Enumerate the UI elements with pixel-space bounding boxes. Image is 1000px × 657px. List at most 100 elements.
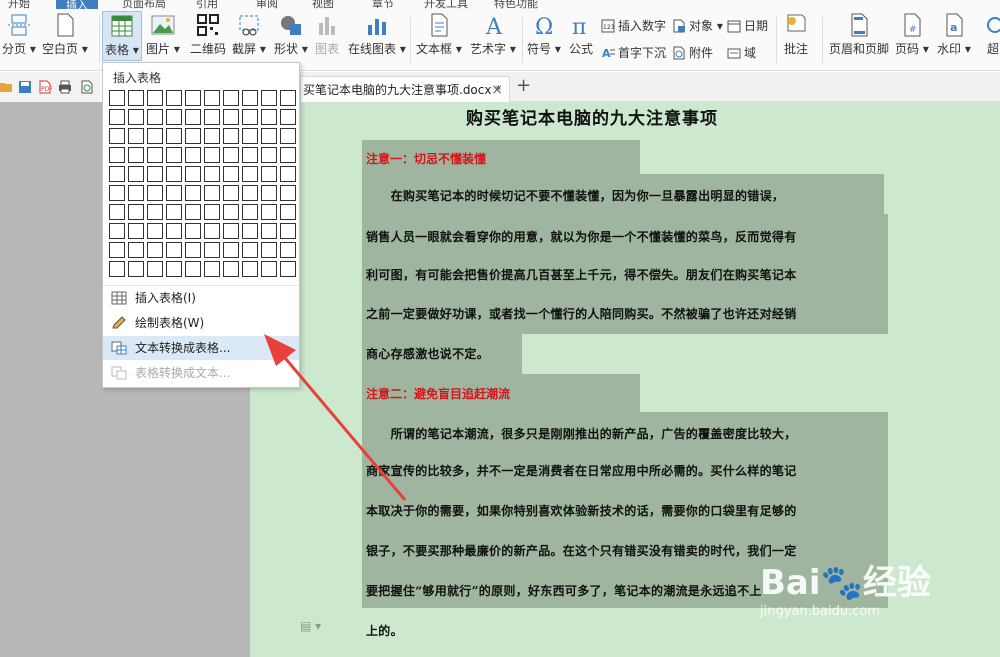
grid-cell[interactable] bbox=[242, 204, 258, 220]
grid-cell[interactable] bbox=[128, 109, 144, 125]
print-preview-icon[interactable] bbox=[80, 80, 94, 94]
grid-cell[interactable] bbox=[128, 223, 144, 239]
page-options-icon[interactable]: ▤ ▾ bbox=[300, 619, 321, 633]
formula-button[interactable]: π 公式 bbox=[569, 13, 593, 57]
grid-cell[interactable] bbox=[223, 223, 239, 239]
header-footer-button[interactable]: 页眉和页脚 bbox=[829, 13, 889, 57]
grid-cell[interactable] bbox=[261, 109, 277, 125]
grid-cell[interactable] bbox=[223, 147, 239, 163]
grid-cell[interactable] bbox=[109, 242, 125, 258]
object-button[interactable]: 对象 ▾ bbox=[672, 17, 723, 34]
table-size-grid[interactable] bbox=[109, 90, 297, 277]
tab-home[interactable]: 开始 bbox=[8, 0, 30, 9]
online-chart-button[interactable]: 在线图表 ▾ bbox=[348, 13, 406, 57]
grid-cell[interactable] bbox=[109, 147, 125, 163]
grid-cell[interactable] bbox=[261, 242, 277, 258]
grid-cell[interactable] bbox=[128, 242, 144, 258]
grid-cell[interactable] bbox=[185, 242, 201, 258]
grid-cell[interactable] bbox=[261, 90, 277, 106]
watermark-button[interactable]: a 水印 ▾ bbox=[937, 13, 971, 57]
grid-cell[interactable] bbox=[261, 166, 277, 182]
tab-review[interactable]: 审阅 bbox=[256, 0, 278, 9]
page-number-button[interactable]: # 页码 ▾ bbox=[895, 13, 929, 57]
grid-cell[interactable] bbox=[147, 261, 163, 277]
field-button[interactable]: 域 bbox=[727, 44, 756, 61]
grid-cell[interactable] bbox=[166, 261, 182, 277]
grid-cell[interactable] bbox=[147, 204, 163, 220]
grid-cell[interactable] bbox=[280, 242, 296, 258]
grid-cell[interactable] bbox=[280, 128, 296, 144]
grid-cell[interactable] bbox=[280, 147, 296, 163]
grid-cell[interactable] bbox=[242, 128, 258, 144]
grid-cell[interactable] bbox=[242, 147, 258, 163]
grid-cell[interactable] bbox=[280, 90, 296, 106]
grid-cell[interactable] bbox=[185, 185, 201, 201]
grid-cell[interactable] bbox=[280, 261, 296, 277]
grid-cell[interactable] bbox=[128, 90, 144, 106]
grid-cell[interactable] bbox=[128, 147, 144, 163]
grid-cell[interactable] bbox=[242, 109, 258, 125]
grid-cell[interactable] bbox=[109, 185, 125, 201]
grid-cell[interactable] bbox=[223, 261, 239, 277]
grid-cell[interactable] bbox=[204, 204, 220, 220]
grid-cell[interactable] bbox=[242, 185, 258, 201]
grid-cell[interactable] bbox=[280, 109, 296, 125]
grid-cell[interactable] bbox=[128, 185, 144, 201]
close-icon[interactable]: × bbox=[491, 77, 503, 103]
grid-cell[interactable] bbox=[261, 185, 277, 201]
grid-cell[interactable] bbox=[147, 185, 163, 201]
folder-icon[interactable] bbox=[0, 80, 14, 94]
insert-number-button[interactable]: 123 插入数字 bbox=[601, 17, 666, 34]
wordart-button[interactable]: A 艺术字 ▾ bbox=[470, 13, 516, 57]
grid-cell[interactable] bbox=[147, 147, 163, 163]
grid-cell[interactable] bbox=[185, 109, 201, 125]
grid-cell[interactable] bbox=[147, 242, 163, 258]
grid-cell[interactable] bbox=[109, 223, 125, 239]
grid-cell[interactable] bbox=[280, 166, 296, 182]
screenshot-button[interactable]: 截屏 ▾ bbox=[232, 13, 266, 57]
grid-cell[interactable] bbox=[166, 242, 182, 258]
tab-insert[interactable]: 插入 bbox=[56, 0, 98, 9]
hyperlink-button[interactable]: 超 bbox=[985, 13, 1000, 57]
grid-cell[interactable] bbox=[223, 128, 239, 144]
grid-cell[interactable] bbox=[109, 166, 125, 182]
grid-cell[interactable] bbox=[204, 242, 220, 258]
grid-cell[interactable] bbox=[280, 204, 296, 220]
grid-cell[interactable] bbox=[261, 223, 277, 239]
grid-cell[interactable] bbox=[166, 204, 182, 220]
grid-cell[interactable] bbox=[223, 166, 239, 182]
grid-cell[interactable] bbox=[166, 90, 182, 106]
grid-cell[interactable] bbox=[204, 223, 220, 239]
grid-cell[interactable] bbox=[109, 90, 125, 106]
grid-cell[interactable] bbox=[128, 204, 144, 220]
grid-cell[interactable] bbox=[185, 147, 201, 163]
new-tab-button[interactable]: + bbox=[516, 75, 531, 96]
tab-developer[interactable]: 开发工具 bbox=[424, 0, 468, 9]
grid-cell[interactable] bbox=[147, 166, 163, 182]
table-button[interactable]: 表格 ▾ bbox=[102, 11, 142, 61]
grid-cell[interactable] bbox=[185, 223, 201, 239]
grid-cell[interactable] bbox=[261, 261, 277, 277]
grid-cell[interactable] bbox=[128, 128, 144, 144]
symbol-button[interactable]: Ω 符号 ▾ bbox=[527, 13, 561, 57]
grid-cell[interactable] bbox=[204, 147, 220, 163]
grid-cell[interactable] bbox=[109, 128, 125, 144]
tab-view[interactable]: 视图 bbox=[312, 0, 334, 9]
tab-page-layout[interactable]: 页面布局 bbox=[122, 0, 166, 9]
document-tab[interactable]: 买笔记本电脑的九大注意事项.docx * × bbox=[300, 76, 510, 103]
comment-button[interactable]: 批注 bbox=[784, 13, 808, 57]
grid-cell[interactable] bbox=[128, 261, 144, 277]
print-icon[interactable] bbox=[58, 80, 72, 94]
tab-special[interactable]: 特色功能 bbox=[494, 0, 538, 9]
grid-cell[interactable] bbox=[280, 223, 296, 239]
grid-cell[interactable] bbox=[166, 109, 182, 125]
grid-cell[interactable] bbox=[185, 204, 201, 220]
attachment-button[interactable]: 附件 bbox=[672, 44, 713, 61]
grid-cell[interactable] bbox=[261, 147, 277, 163]
grid-cell[interactable] bbox=[166, 185, 182, 201]
grid-cell[interactable] bbox=[166, 166, 182, 182]
grid-cell[interactable] bbox=[166, 128, 182, 144]
grid-cell[interactable] bbox=[261, 128, 277, 144]
grid-cell[interactable] bbox=[109, 261, 125, 277]
grid-cell[interactable] bbox=[204, 109, 220, 125]
